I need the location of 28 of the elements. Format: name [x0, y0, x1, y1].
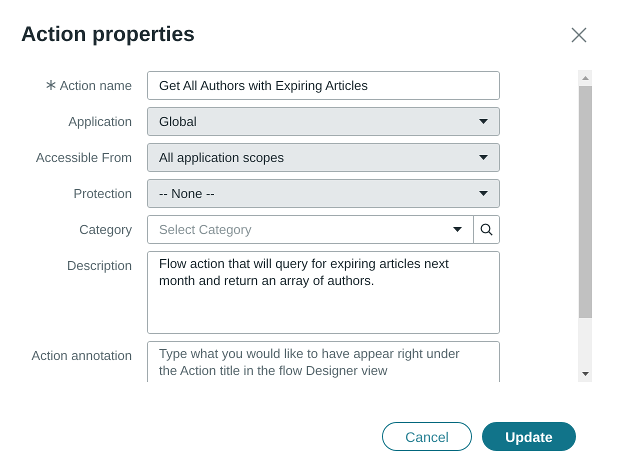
close-button[interactable]	[570, 26, 588, 44]
scrollbar-thumb[interactable]	[578, 86, 592, 318]
dropdown[interactable]: All application scopes	[147, 143, 500, 172]
caret-icon	[479, 119, 488, 124]
search-icon	[480, 223, 493, 236]
field-label: Protection	[73, 186, 132, 200]
text-area[interactable]: Type what you would like to have appear right under the Action title in the flow Designer view	[147, 341, 500, 382]
scrollbar[interactable]	[578, 70, 592, 382]
cancel-button[interactable]: Cancel	[382, 422, 472, 451]
dropdown[interactable]: Global	[147, 107, 500, 136]
caret-icon	[453, 227, 462, 232]
caret-icon	[479, 155, 488, 160]
caret-icon	[479, 191, 488, 196]
field-label: Category	[79, 222, 132, 236]
dialog-title: Action properties	[21, 23, 195, 47]
search-button[interactable]	[473, 215, 500, 244]
field-label: Accessible From	[36, 150, 132, 164]
field-label: Application	[68, 114, 132, 128]
text-area[interactable]: Flow action that will query for expiring articles next month and return an array of authors.	[147, 251, 500, 334]
field-label: Action annotation	[32, 348, 132, 362]
close-icon	[570, 26, 588, 44]
update-button[interactable]: Update	[482, 422, 576, 451]
dropdown[interactable]: -- None --	[147, 179, 500, 208]
up-arrow-icon	[582, 76, 588, 80]
field-label: Description	[66, 258, 132, 272]
text-field[interactable]: Get All Authors with Expiring Articles	[147, 71, 500, 100]
field-label: Action name	[60, 78, 132, 92]
down-arrow-icon	[582, 372, 588, 376]
